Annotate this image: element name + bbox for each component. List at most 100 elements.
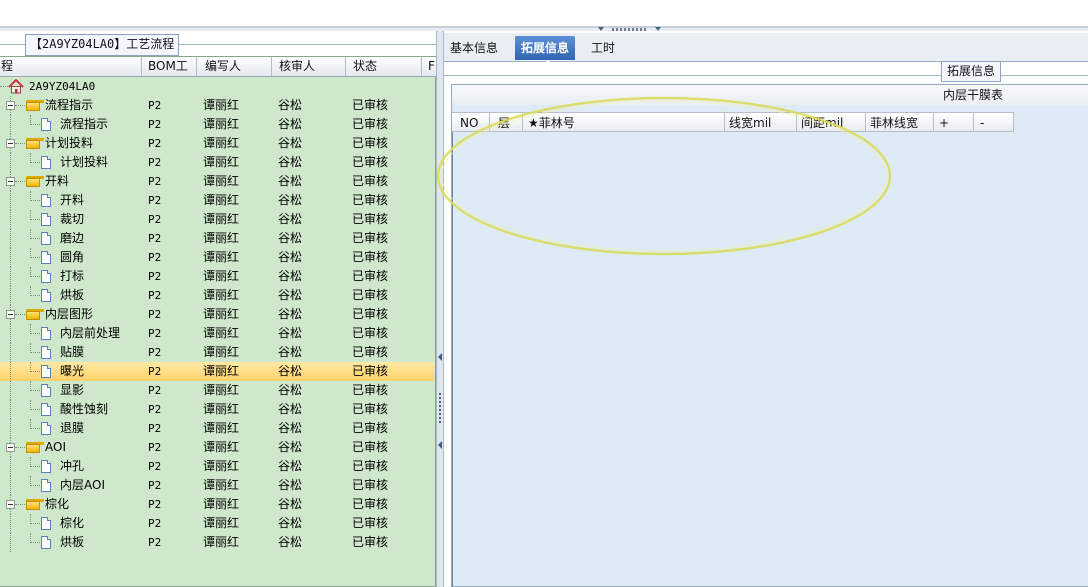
tree-item-row[interactable]: 酸性蚀刻 P2 谭丽红 谷松 已审核 [0,400,434,419]
tree-item-label: 流程指示 [60,117,109,131]
tree-connector [15,143,25,144]
status-cell: 已审核 [352,497,389,511]
tree-item-row[interactable]: 磨边 P2 谭丽红 谷松 已审核 [0,229,434,248]
tree-item-row[interactable]: 流程指示 P2 谭丽红 谷松 已审核 [0,115,434,134]
status-cell: 已审核 [352,269,389,283]
tab-work-hours[interactable]: 工时 [585,36,621,60]
reviewer-cell: 谷松 [278,345,303,359]
tree-connector [10,419,11,438]
tree-item-row[interactable]: 棕化 P2 谭丽红 谷松 已审核 [0,514,434,533]
tree-item-row[interactable]: 圆角 P2 谭丽红 谷松 已审核 [0,248,434,267]
tree-item-row[interactable]: 打标 P2 谭丽红 谷松 已审核 [0,267,434,286]
status-cell: 已审核 [352,402,389,416]
collapse-toggle-icon[interactable] [6,310,15,319]
tree-item-row[interactable]: 贴膜 P2 谭丽红 谷松 已审核 [0,343,434,362]
folder-icon [26,499,44,510]
tree-item-label: 内层前处理 [60,326,121,340]
collapse-toggle-icon[interactable] [6,139,15,148]
column-header-status[interactable]: 状态 [346,57,422,76]
tree-group-row[interactable]: 开料 P2 谭丽红 谷松 已审核 [0,172,434,191]
reviewer-cell: 谷松 [278,535,303,549]
tree-item-row[interactable]: 烘板 P2 谭丽红 谷松 已审核 [0,533,434,552]
house-icon [8,79,24,94]
inner-dry-film-grid[interactable]: 内层干膜表 NO 层 ★菲林号 线宽mil 间距mil 菲林线宽 + - [451,84,1088,587]
tree-item-label: 圆角 [60,250,85,264]
column-header-bom[interactable]: BOM工厂 [142,57,197,76]
tree-connector [10,457,11,476]
writer-cell: 谭丽红 [203,421,240,435]
add-column-button[interactable]: + [934,112,974,132]
writer-cell: 谭丽红 [203,193,240,207]
column-header-f[interactable]: F [422,57,436,76]
process-tree-grid[interactable]: 程 BOM工厂 编写人 核审人 状态 F 2A9YZ04LA0 流程指示 P2 谭丽… [0,56,436,587]
reviewer-cell: 谷松 [278,250,303,264]
column-header-film-no[interactable]: ★菲林号 [523,112,725,132]
column-header-process[interactable]: 程 [0,57,142,76]
remove-column-button[interactable]: - [974,112,1014,132]
tree-group-row[interactable]: 棕化 P2 谭丽红 谷松 已审核 [0,495,434,514]
active-tab-pointer-icon [543,60,553,65]
tree-group-row[interactable]: 流程指示 P2 谭丽红 谷松 已审核 [0,96,434,115]
document-icon [41,251,51,264]
tree-connector [30,523,40,524]
tree-group-row[interactable]: 计划投料 P2 谭丽红 谷松 已审核 [0,134,434,153]
reviewer-cell: 谷松 [278,98,303,112]
tab-basic-info[interactable]: 基本信息 [444,36,504,60]
tree-connector [30,276,40,277]
writer-cell: 谭丽红 [203,459,240,473]
column-header-no[interactable]: NO [452,112,490,132]
collapse-toggle-icon[interactable] [6,101,15,110]
tree-connector [30,409,40,410]
grid-title: 内层干膜表 [943,88,1004,102]
tree-root-row[interactable]: 2A9YZ04LA0 [0,77,434,96]
column-header-spacing[interactable]: 间距mil [797,112,866,132]
tree-item-row[interactable]: 显影 P2 谭丽红 谷松 已审核 [0,381,434,400]
tree-item-row[interactable]: 烘板 P2 谭丽红 谷松 已审核 [0,286,434,305]
column-header-reviewer[interactable]: 核审人 [272,57,346,76]
tree-connector [10,533,11,552]
collapse-toggle-icon[interactable] [6,443,15,452]
tree-item-label: 退膜 [60,421,85,435]
writer-cell: 谭丽红 [203,174,240,188]
document-icon [41,384,51,397]
tree-connector [10,248,11,267]
document-icon [41,460,51,473]
bom-cell: P2 [148,517,162,530]
document-icon [41,118,51,131]
tree-group-row[interactable]: AOI P2 谭丽红 谷松 已审核 [0,438,434,457]
bom-cell: P2 [148,327,162,340]
status-cell: 已审核 [352,98,389,112]
reviewer-cell: 谷松 [278,193,303,207]
tree-item-row[interactable]: 退膜 P2 谭丽红 谷松 已审核 [0,419,434,438]
column-header-line-width[interactable]: 线宽mil [725,112,797,132]
tree-item-row[interactable]: 裁切 P2 谭丽红 谷松 已审核 [0,210,434,229]
writer-cell: 谭丽红 [203,364,240,378]
tree-item-label: 酸性蚀刻 [60,402,109,416]
status-cell: 已审核 [352,117,389,131]
document-icon [41,517,51,530]
tree-connector [30,428,40,429]
tree-item-row[interactable]: 冲孔 P2 谭丽红 谷松 已审核 [0,457,434,476]
tree-group-row[interactable]: 内层图形 P2 谭丽红 谷松 已审核 [0,305,434,324]
status-cell: 已审核 [352,288,389,302]
panel-splitter[interactable] [436,31,444,587]
collapse-toggle-icon[interactable] [6,500,15,509]
column-header-layer[interactable]: 层 [490,112,523,132]
document-icon [41,346,51,359]
tree-item-row[interactable]: 内层前处理 P2 谭丽红 谷松 已审核 [0,324,434,343]
tab-strip: 基本信息 拓展信息 工时 [444,33,1088,65]
bom-cell: P2 [148,365,162,378]
bom-cell: P2 [148,479,162,492]
bom-cell: P2 [148,536,162,549]
bom-cell: P2 [148,460,162,473]
tab-extended-info[interactable]: 拓展信息 [515,36,576,60]
tree-item-row[interactable]: 曝光 P2 谭丽红 谷松 已审核 [0,362,434,381]
tree-connector [10,229,11,248]
collapse-toggle-icon[interactable] [6,177,15,186]
tree-item-row[interactable]: 内层AOI P2 谭丽红 谷松 已审核 [0,476,434,495]
column-header-film-line-width[interactable]: 菲林线宽 [866,112,934,132]
column-header-writer[interactable]: 编写人 [197,57,272,76]
detail-panel: 基本信息 拓展信息 工时 拓展信息 内层干膜表 NO 层 ★菲林号 线宽mil … [444,31,1088,587]
tree-item-row[interactable]: 计划投料 P2 谭丽红 谷松 已审核 [0,153,434,172]
tree-item-row[interactable]: 开料 P2 谭丽红 谷松 已审核 [0,191,434,210]
